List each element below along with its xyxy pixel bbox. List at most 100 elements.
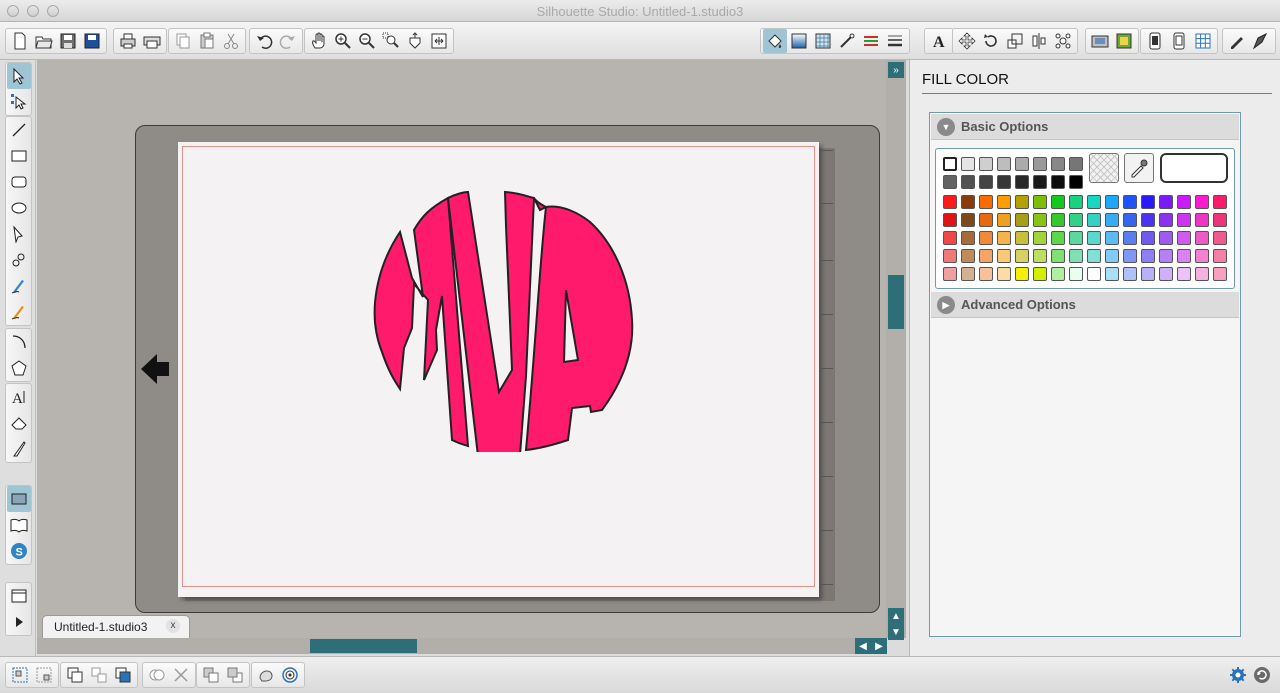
color-swatch[interactable] xyxy=(1159,195,1173,209)
color-swatch[interactable] xyxy=(979,195,993,209)
gray-swatch[interactable] xyxy=(979,175,993,189)
ungroup-icon[interactable] xyxy=(32,663,56,687)
fill-gradient-icon[interactable] xyxy=(787,29,811,53)
bring-to-front-icon[interactable] xyxy=(111,663,135,687)
sketch-icon[interactable] xyxy=(1225,29,1249,53)
redo-icon[interactable] xyxy=(276,29,300,53)
line-icon[interactable] xyxy=(7,117,31,143)
gray-swatch[interactable] xyxy=(1051,175,1065,189)
color-swatch[interactable] xyxy=(1195,249,1209,263)
rectangle-icon[interactable] xyxy=(7,143,31,169)
fill-color-icon[interactable] xyxy=(763,29,787,53)
color-swatch[interactable] xyxy=(943,267,957,281)
zoom-in-icon[interactable] xyxy=(331,29,355,53)
color-swatch[interactable] xyxy=(1159,267,1173,281)
regular-polygon-icon[interactable] xyxy=(7,355,31,381)
color-swatch[interactable] xyxy=(1105,249,1119,263)
color-swatch[interactable] xyxy=(961,267,975,281)
color-swatch[interactable] xyxy=(961,213,975,227)
color-swatch[interactable] xyxy=(1033,195,1047,209)
horizontal-scrollbar[interactable]: ◀ ▶ xyxy=(37,638,887,654)
play-icon[interactable] xyxy=(7,609,31,635)
color-swatch[interactable] xyxy=(961,231,975,245)
eyedropper-icon[interactable] xyxy=(1124,153,1154,183)
color-swatch[interactable] xyxy=(1087,249,1101,263)
gray-swatch[interactable] xyxy=(961,175,975,189)
settings-gear-icon[interactable] xyxy=(1226,663,1250,687)
send-backward-icon[interactable] xyxy=(199,663,223,687)
paste-icon[interactable] xyxy=(195,29,219,53)
color-swatch[interactable] xyxy=(997,195,1011,209)
gray-swatch[interactable] xyxy=(943,157,957,171)
mva-monogram[interactable] xyxy=(364,180,634,452)
scroll-up-button[interactable]: ▲ xyxy=(888,608,904,624)
color-swatch[interactable] xyxy=(1105,195,1119,209)
cut-settings-icon[interactable] xyxy=(1167,29,1191,53)
gray-swatch[interactable] xyxy=(1069,157,1083,171)
collapse-panel-button[interactable]: » xyxy=(888,62,904,78)
color-swatch[interactable] xyxy=(1123,249,1137,263)
scale-icon[interactable] xyxy=(1003,29,1027,53)
color-swatch[interactable] xyxy=(1123,213,1137,227)
color-swatch[interactable] xyxy=(1123,267,1137,281)
color-swatch[interactable] xyxy=(979,249,993,263)
color-swatch[interactable] xyxy=(1213,231,1227,245)
gray-swatch[interactable] xyxy=(997,175,1011,189)
rounded-rectangle-icon[interactable] xyxy=(7,169,31,195)
color-swatch[interactable] xyxy=(1051,195,1065,209)
gray-swatch[interactable] xyxy=(1033,157,1047,171)
pan-icon[interactable] xyxy=(307,29,331,53)
knife-icon[interactable] xyxy=(7,436,31,462)
replicate-icon[interactable] xyxy=(1051,29,1075,53)
color-swatch[interactable] xyxy=(1105,213,1119,227)
gray-swatch[interactable] xyxy=(1033,175,1047,189)
curve-icon[interactable] xyxy=(7,247,31,273)
gray-swatch[interactable] xyxy=(1069,175,1083,189)
color-swatch[interactable] xyxy=(1213,213,1227,227)
scroll-left-button[interactable]: ◀ xyxy=(855,638,871,654)
color-swatch[interactable] xyxy=(1195,195,1209,209)
line-weight-icon[interactable] xyxy=(883,29,907,53)
ellipse-icon[interactable] xyxy=(7,195,31,221)
color-swatch[interactable] xyxy=(1069,267,1083,281)
scroll-down-button[interactable]: ▼ xyxy=(888,624,904,640)
zoom-out-icon[interactable] xyxy=(355,29,379,53)
color-swatch[interactable] xyxy=(943,231,957,245)
color-swatch[interactable] xyxy=(1177,249,1191,263)
color-swatch[interactable] xyxy=(1141,249,1155,263)
trace-icon[interactable] xyxy=(1249,29,1273,53)
window-icon[interactable] xyxy=(7,583,31,609)
select-icon[interactable] xyxy=(6,63,31,89)
color-swatch[interactable] xyxy=(943,249,957,263)
delete-icon[interactable] xyxy=(169,663,193,687)
color-swatch[interactable] xyxy=(997,267,1011,281)
grid-icon[interactable] xyxy=(1191,29,1215,53)
page-setup-icon[interactable] xyxy=(1143,29,1167,53)
gray-swatch[interactable] xyxy=(961,157,975,171)
group-icon[interactable] xyxy=(8,663,32,687)
arc-icon[interactable] xyxy=(7,329,31,355)
save-icon[interactable] xyxy=(56,29,80,53)
eraser-icon[interactable] xyxy=(7,410,31,436)
color-swatch[interactable] xyxy=(1015,213,1029,227)
zoom-select-icon[interactable] xyxy=(379,29,403,53)
move-icon[interactable] xyxy=(955,29,979,53)
color-swatch[interactable] xyxy=(1105,231,1119,245)
shapes-library-icon[interactable] xyxy=(6,486,31,512)
fit-to-page-icon[interactable] xyxy=(427,29,451,53)
polygon-icon[interactable] xyxy=(7,221,31,247)
color-swatch[interactable] xyxy=(1105,267,1119,281)
color-swatch[interactable] xyxy=(1123,231,1137,245)
basic-options-header[interactable]: ▼ Basic Options xyxy=(931,114,1239,140)
color-swatch[interactable] xyxy=(997,249,1011,263)
color-swatch[interactable] xyxy=(1177,231,1191,245)
horizontal-scroll-thumb[interactable] xyxy=(310,639,417,653)
color-swatch[interactable] xyxy=(1195,213,1209,227)
bring-forward-icon[interactable] xyxy=(223,663,247,687)
gray-swatch[interactable] xyxy=(1015,157,1029,171)
color-swatch[interactable] xyxy=(1015,231,1029,245)
color-swatch[interactable] xyxy=(1123,195,1137,209)
color-swatch[interactable] xyxy=(1033,231,1047,245)
undo-icon[interactable] xyxy=(252,29,276,53)
align-icon[interactable] xyxy=(1027,29,1051,53)
